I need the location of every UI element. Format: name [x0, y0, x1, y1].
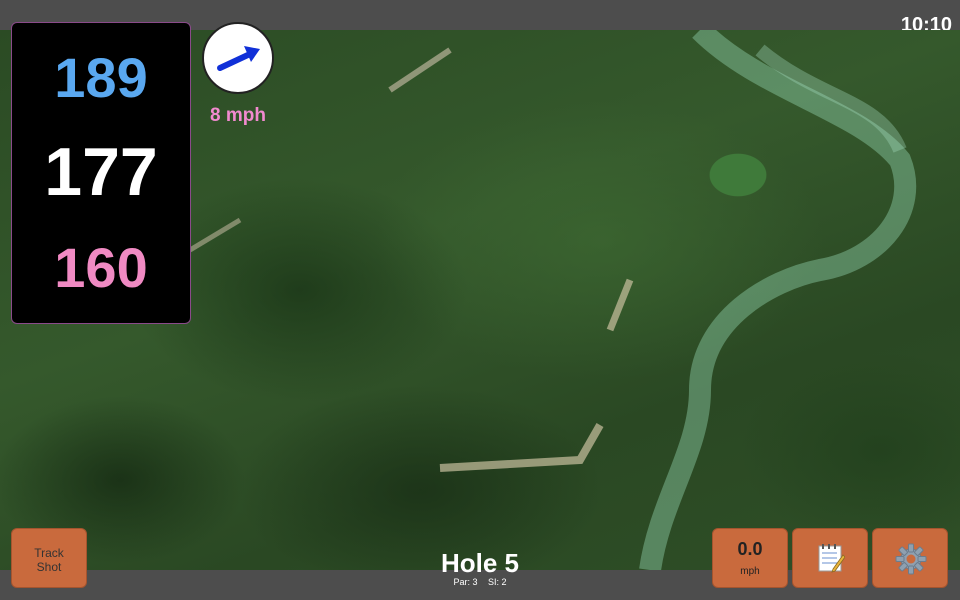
wind-speed: 8 mph	[210, 105, 266, 126]
cart-path	[439, 423, 604, 472]
wind-indicator	[202, 22, 274, 94]
speed-button[interactable]: 0.0 mph	[712, 528, 788, 588]
track-shot-label-2: Shot	[36, 560, 62, 574]
track-shot-button[interactable]: Track Shot	[11, 528, 87, 588]
track-shot-label-1: Track	[34, 546, 64, 560]
hole-si: SI: 2	[488, 577, 507, 587]
speed-value: 0.0	[737, 539, 763, 559]
wind-arrow-icon	[217, 46, 260, 71]
cart-path	[388, 47, 452, 93]
hole-title: Hole 5	[440, 548, 520, 578]
notepad-icon	[818, 544, 845, 573]
speed-unit: mph	[740, 566, 760, 577]
hole-meta: Par: 3 SI: 2	[380, 577, 580, 587]
middle-distance: 177	[44, 134, 158, 210]
gear-icon	[895, 543, 927, 575]
front-distance: 160	[54, 236, 148, 299]
settings-button[interactable]	[872, 528, 948, 588]
back-distance: 189	[54, 46, 148, 109]
hole-par: Par: 3	[453, 577, 478, 587]
cart-path	[606, 278, 634, 332]
distance-panel: 189 177 160	[11, 22, 191, 324]
cart-path	[188, 217, 242, 253]
notes-button[interactable]	[792, 528, 868, 588]
